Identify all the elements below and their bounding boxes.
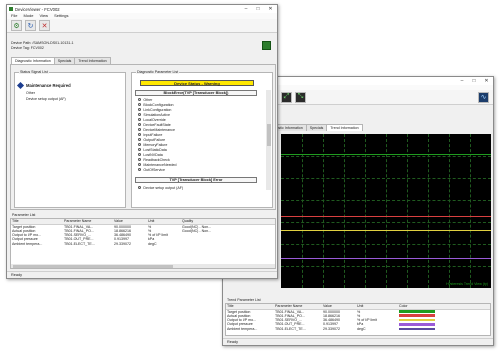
parameter-table: Title Parameter Name Value Unit Quality … [11,219,275,246]
color-swatch [399,314,435,317]
stop-icon[interactable]: ✕ [39,20,50,31]
diagnostic-panel: Status Signal List Maintenance Required … [10,64,276,210]
block-error-header: BlockError(TVP [Transducer Block]) [135,90,257,96]
table-row[interactable]: Ambient tempera... TB01.ELECT_TE... 29.3… [226,327,490,331]
status-circle-icon [138,185,142,190]
tab-trend-information[interactable]: Trend Information [74,57,111,64]
close-icon[interactable]: ✕ [264,5,277,13]
online-icon[interactable]: ⚙ [11,20,22,31]
trend-parameter-list-title: Trend Parameter List [227,298,261,302]
parameter-list: Parameter List Title Parameter Name Valu… [10,213,276,269]
trend-plot[interactable]: Hysteresis Trend View (ty) [281,134,491,288]
status-circle-icon [138,132,142,137]
window-title: DeviceViewer - FCV002 [15,6,60,12]
list-item[interactable]: DeviceMaintenance [138,127,177,132]
app-icon [9,7,13,11]
parameter-scrollbar[interactable] [11,264,275,268]
status-circle-icon [138,102,142,107]
list-item[interactable]: MaintenanceNeeded [138,162,177,167]
status-circle-icon [138,112,142,117]
status-circle-icon [138,137,142,142]
device-tag: Device Tag: FCV002 [11,46,44,50]
status-signal-list: Status Signal List Maintenance Required … [14,70,126,208]
maximize-icon[interactable]: □ [252,5,264,13]
status-signal-list-title: Status Signal List [19,70,49,74]
trend-parameter-list: Trend Parameter List Title Parameter Nam… [225,298,491,336]
status-bar: Ready [223,338,493,345]
color-swatch [399,310,435,313]
status-circle-icon [138,147,142,152]
maintenance-icon [16,81,25,90]
table-cell [181,242,275,246]
trend-line-actual-position [281,216,491,217]
menu-settings[interactable]: Settings [54,13,68,19]
list-item[interactable]: Device setup output (AF) [138,185,183,190]
list-item[interactable]: BlockConfiguration [138,102,177,107]
status-circle-icon [138,157,142,162]
status-circle-icon [138,107,142,112]
status-circle-icon [138,162,142,167]
menu-mode[interactable]: Mode [23,13,33,19]
block-error-items: Other BlockConfiguration LinkConfigurati… [138,97,177,172]
trend-parameter-table: Title Parameter Name Value Unit Color Ta… [226,304,490,331]
minimize-icon[interactable]: – [456,77,468,85]
color-swatch-cell [398,327,490,331]
color-swatch [399,327,435,331]
list-item[interactable]: OutOfService [138,167,177,172]
zoom-in-icon[interactable]: ⤢ [281,91,292,103]
status-circle-icon [138,122,142,127]
refresh-icon[interactable]: ↻ [25,20,36,31]
table-cell: 29.339072 [323,326,340,331]
trend-settings-icon[interactable]: ∿ [478,91,489,103]
status-circle-icon [138,127,142,132]
trend-label: Hysteresis Trend View (ty) [446,282,488,286]
device-viewer-titlebar[interactable]: DeviceViewer - FCV002 – □ ✕ [7,5,277,13]
table-cell: degC [357,326,366,331]
scrollbar-thumb[interactable] [266,124,271,146]
diagnostic-scrollbar[interactable] [266,90,271,190]
zoom-out-icon[interactable]: ⤡ [295,91,306,103]
table-row[interactable]: Ambient tempera... TB01.ELECT_TE... 29.3… [11,242,275,246]
table-cell: TB01.ELECT_TE... [64,241,95,246]
status-heading: Maintenance Required [26,83,71,88]
scrollbar-thumb[interactable] [13,264,173,268]
status-circle-icon [138,142,142,147]
tab-trend-information[interactable]: Trend Information [326,124,363,131]
device-viewer-window: DeviceViewer - FCV002 – □ ✕ File Mode Vi… [6,4,278,279]
maximize-icon[interactable]: □ [468,77,480,85]
table-cell: Ambient tempera... [227,326,258,331]
menu-view[interactable]: View [39,13,48,19]
tab-specials[interactable]: Specials [53,57,76,64]
status-circle-icon [138,152,142,157]
tab-specials[interactable]: Specials [305,124,328,131]
status-bar: Ready [7,271,277,278]
trend-line-output-pressure [281,258,491,259]
status-circle-icon [138,167,142,172]
diagnostic-tabs: Diagnostic Information Specials Trend In… [11,57,111,64]
list-item[interactable]: LinkConfiguration [138,107,177,112]
table-cell: TB01.ELECT_TE... [275,326,306,331]
table-cell: 29.339072 [114,241,131,246]
close-icon[interactable]: ✕ [480,77,493,85]
diagnostic-parameter-list: Diagnostic Parameter List Device Status … [131,70,273,208]
parameter-list-title: Parameter List [12,213,36,217]
color-swatch [399,318,435,322]
transducer-error-header: TVP [Transducer Block] Error [135,177,257,183]
status-item[interactable]: Device setup output (AF) [26,96,125,102]
status-circle-icon [138,117,142,122]
menu-file[interactable]: File [11,13,17,19]
table-cell: Ambient tempera... [12,241,43,246]
tab-diagnostic-information[interactable]: Diagnostic Information [11,57,55,64]
device-icon [262,41,271,50]
color-swatch [399,323,435,326]
minimize-icon[interactable]: – [240,5,252,13]
device-status-banner: Device Status - Warning [140,80,254,86]
status-circle-icon [138,97,142,102]
diagnostic-parameter-list-title: Diagnostic Parameter List [136,70,180,74]
table-cell: degC [148,241,157,246]
trend-line-target-position [281,154,491,155]
trend-line-output-ip [281,230,491,231]
toolbar: ⚙ ↻ ✕ [7,19,277,33]
